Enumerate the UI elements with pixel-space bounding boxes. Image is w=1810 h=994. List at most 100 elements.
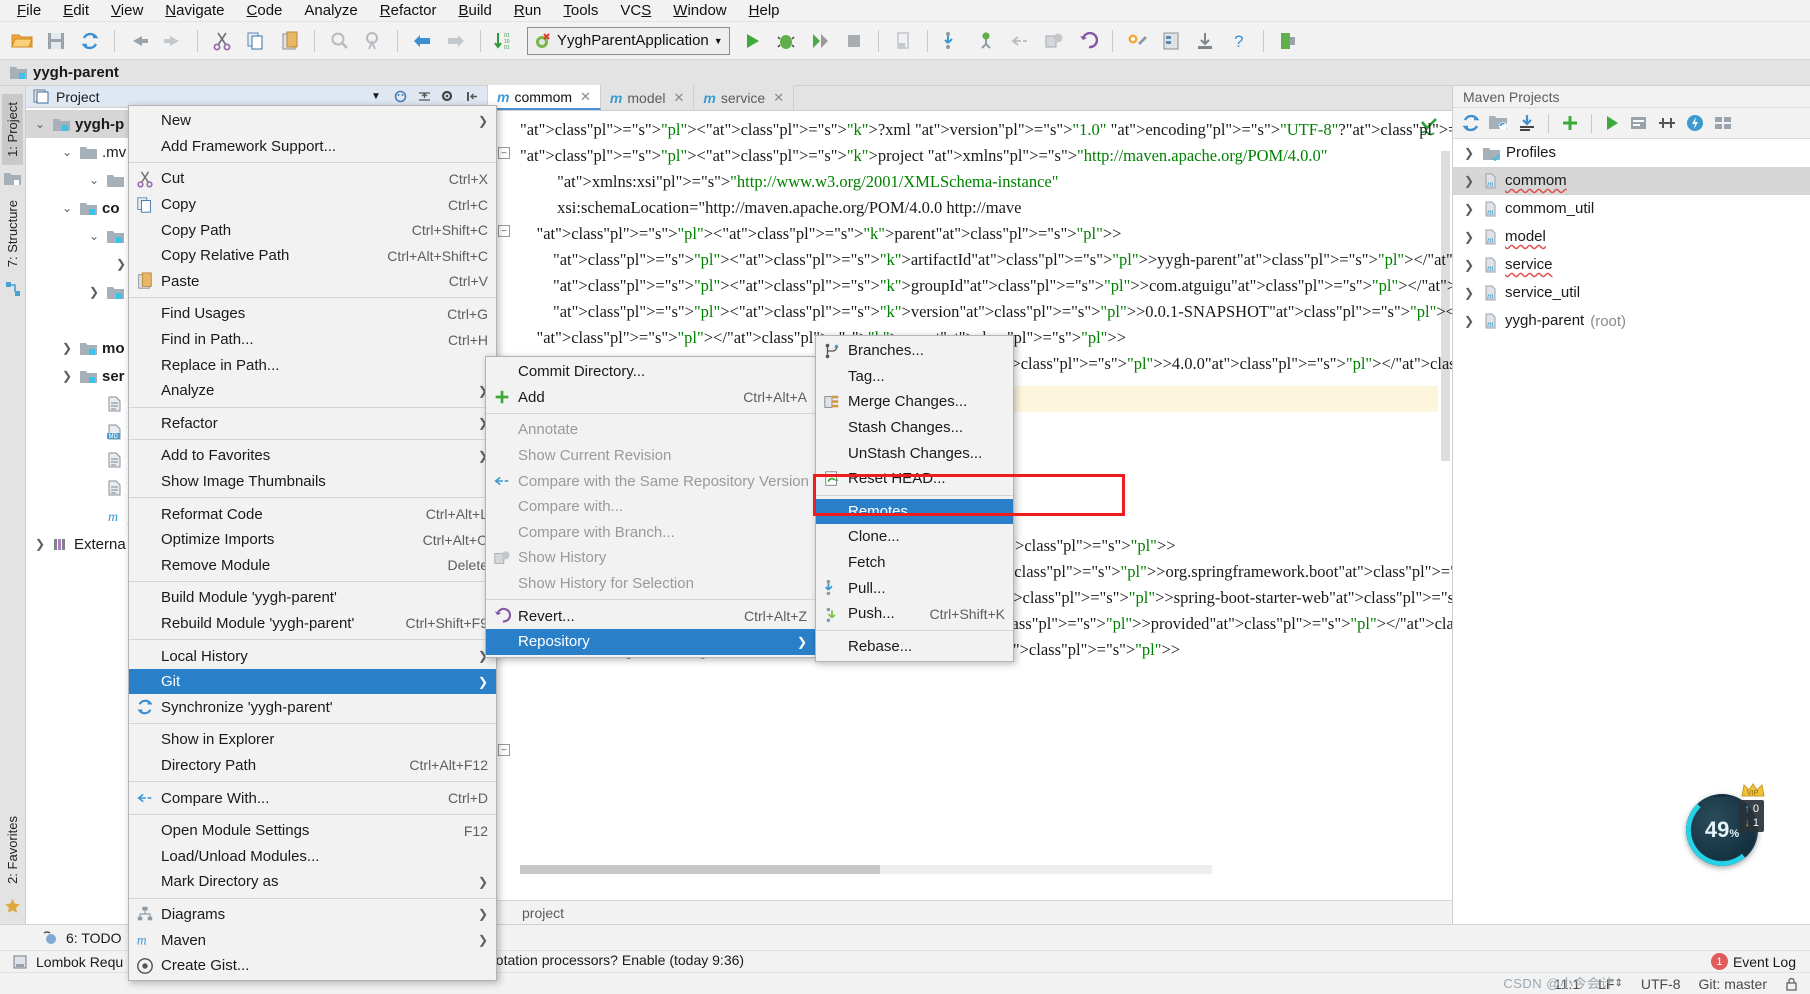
debug-icon[interactable]	[770, 26, 802, 56]
chevron-down-icon[interactable]: ⌄	[59, 201, 75, 215]
code-fold-toggle[interactable]: −	[498, 147, 510, 159]
tab-service[interactable]: m service ✕	[694, 85, 795, 110]
tab-model[interactable]: m model ✕	[600, 85, 695, 110]
menu-item-open-module-settings[interactable]: Open Module Settings F12	[129, 818, 496, 844]
menu-item-replace-in-path[interactable]: Replace in Path...	[129, 352, 496, 378]
chevron-right-icon[interactable]: ❯	[1461, 314, 1477, 328]
menu-item-refactor[interactable]: Refactor ❯	[129, 411, 496, 437]
editor-breadcrumb[interactable]: project	[488, 900, 1452, 924]
maven-tree-node[interactable]: ❯ m model	[1453, 223, 1810, 251]
menu-item-find-in-path[interactable]: Find in Path... Ctrl+H	[129, 327, 496, 353]
chevron-down-icon[interactable]: ⌄	[32, 117, 48, 131]
git-menu-item-commit-directory[interactable]: Commit Directory...	[486, 359, 815, 385]
sidebar-item-favorites[interactable]: 2: Favorites	[2, 808, 23, 892]
undo-icon[interactable]	[123, 26, 155, 56]
expand-all-icon[interactable]	[415, 89, 433, 105]
event-log-label[interactable]: Event Log	[1733, 954, 1796, 970]
show-history-icon[interactable]	[1038, 26, 1070, 56]
profile-icon[interactable]	[887, 26, 919, 56]
copy-icon[interactable]	[240, 26, 272, 56]
menu-item-synchronize-yygh-parent[interactable]: Synchronize 'yygh-parent'	[129, 694, 496, 720]
chevron-right-icon[interactable]: ❯	[113, 257, 129, 271]
menu-item-paste[interactable]: Paste Ctrl+V	[129, 269, 496, 295]
chevron-down-icon[interactable]: ⌄	[59, 145, 75, 159]
menu-item-mark-directory-as[interactable]: Mark Directory as ❯	[129, 869, 496, 895]
reimport-icon[interactable]	[1461, 113, 1481, 133]
menu-item-load-unload-modules[interactable]: Load/Unload Modules...	[129, 843, 496, 869]
menu-tools[interactable]: Tools	[552, 0, 609, 22]
chevron-right-icon[interactable]: ❯	[59, 341, 75, 355]
back-icon[interactable]	[406, 26, 438, 56]
locate-icon[interactable]	[391, 89, 409, 105]
download-sources-icon[interactable]	[1517, 113, 1537, 133]
menu-item-copy-relative-path[interactable]: Copy Relative Path Ctrl+Alt+Shift+C	[129, 243, 496, 269]
chevron-right-icon[interactable]: ❯	[1461, 258, 1477, 272]
tab-commom[interactable]: m commom ✕	[488, 85, 601, 110]
menu-item-show-image-thumbnails[interactable]: Show Image Thumbnails	[129, 469, 496, 495]
exit-icon[interactable]	[1272, 26, 1304, 56]
menu-item-diagrams[interactable]: Diagrams ❯	[129, 902, 496, 928]
repo-menu-item-remotes[interactable]: Remotes...	[816, 498, 1013, 525]
vcs-branch[interactable]: Git: master	[1699, 976, 1767, 992]
sync-icon[interactable]	[74, 26, 106, 56]
close-icon[interactable]: ✕	[580, 89, 591, 105]
maven-tree-node[interactable]: ❯ m service_util	[1453, 279, 1810, 307]
stop-icon[interactable]	[838, 26, 870, 56]
repo-menu-item-rebase[interactable]: Rebase...	[816, 634, 1013, 660]
run-configurations-icon[interactable]	[1685, 113, 1705, 133]
redo-icon[interactable]	[157, 26, 189, 56]
git-menu-item-add[interactable]: Add Ctrl+Alt+A	[486, 385, 815, 411]
maven-tree-node[interactable]: ❯ m commom_util	[1453, 195, 1810, 223]
menu-item-compare-with[interactable]: Compare With... Ctrl+D	[129, 785, 496, 811]
repo-menu-item-unstash-changes[interactable]: UnStash Changes...	[816, 440, 1013, 466]
repo-menu-item-merge-changes[interactable]: Merge Changes...	[816, 389, 1013, 415]
run-icon[interactable]	[736, 26, 768, 56]
menu-item-copy-path[interactable]: Copy Path Ctrl+Shift+C	[129, 217, 496, 243]
breadcrumb-project-name[interactable]: yygh-parent	[33, 64, 119, 81]
skip-tests-icon[interactable]	[1657, 114, 1677, 132]
chevron-down-icon[interactable]: ▼	[367, 89, 385, 105]
context-menu-repository[interactable]: Branches... Tag... Merge Changes... Stash C…	[815, 335, 1014, 663]
menu-file[interactable]: File	[6, 0, 52, 22]
menu-item-cut[interactable]: Cut Ctrl+X	[129, 166, 496, 192]
menu-run[interactable]: Run	[503, 0, 553, 22]
generate-sources-icon[interactable]	[1489, 114, 1509, 132]
repo-menu-item-tag[interactable]: Tag...	[816, 364, 1013, 390]
add-maven-project-icon[interactable]	[1560, 113, 1580, 133]
gear-icon[interactable]	[439, 89, 457, 105]
menu-build[interactable]: Build	[447, 0, 502, 22]
repo-menu-item-pull[interactable]: Pull...	[816, 575, 1013, 601]
find-icon[interactable]	[323, 26, 355, 56]
horizontal-scrollbar[interactable]	[520, 865, 1212, 874]
repo-menu-item-fetch[interactable]: Fetch	[816, 550, 1013, 576]
menu-edit[interactable]: Edit	[52, 0, 100, 22]
network-speed-gauge[interactable]: 49% VIP ↑ 0 ↓ 1	[1686, 783, 1765, 866]
context-menu-git[interactable]: Commit Directory... Add Ctrl+Alt+A Annotate…	[485, 356, 816, 658]
repo-menu-item-clone[interactable]: Clone...	[816, 524, 1013, 550]
menu-item-analyze[interactable]: Analyze ❯	[129, 378, 496, 404]
menu-item-reformat-code[interactable]: Reformat Code Ctrl+Alt+L	[129, 501, 496, 527]
menu-help[interactable]: Help	[738, 0, 791, 22]
execute-goal-icon[interactable]	[1603, 114, 1621, 132]
menu-item-maven[interactable]: m Maven ❯	[129, 927, 496, 953]
todo-tab[interactable]: 6: TODO	[66, 930, 122, 946]
update-project-icon[interactable]	[936, 26, 968, 56]
code-fold-toggle[interactable]: −	[498, 744, 510, 756]
menu-item-optimize-imports[interactable]: Optimize Imports Ctrl+Alt+O	[129, 527, 496, 553]
menu-item-find-usages[interactable]: Find Usages Ctrl+G	[129, 301, 496, 327]
hide-panel-icon[interactable]	[463, 89, 481, 105]
chevron-down-icon[interactable]: ▼	[714, 36, 723, 46]
close-icon[interactable]: ✕	[773, 90, 784, 106]
maven-tree-node[interactable]: ❯ m commom	[1453, 167, 1810, 195]
project-structure-icon[interactable]	[1155, 26, 1187, 56]
menu-item-new[interactable]: New ❯	[129, 108, 496, 134]
sidebar-item-project[interactable]: 1: Project	[2, 94, 23, 165]
maven-tree-node[interactable]: ❯ m service	[1453, 251, 1810, 279]
menu-item-remove-module[interactable]: Remove Module Delete	[129, 553, 496, 579]
chevron-right-icon[interactable]: ❯	[1461, 286, 1477, 300]
git-menu-item-revert[interactable]: Revert... Ctrl+Alt+Z	[486, 603, 815, 629]
menu-analyze[interactable]: Analyze	[293, 0, 368, 22]
save-icon[interactable]	[1189, 26, 1221, 56]
code-fold-toggle[interactable]: −	[498, 225, 510, 237]
menu-item-add-framework-support[interactable]: Add Framework Support...	[129, 134, 496, 160]
